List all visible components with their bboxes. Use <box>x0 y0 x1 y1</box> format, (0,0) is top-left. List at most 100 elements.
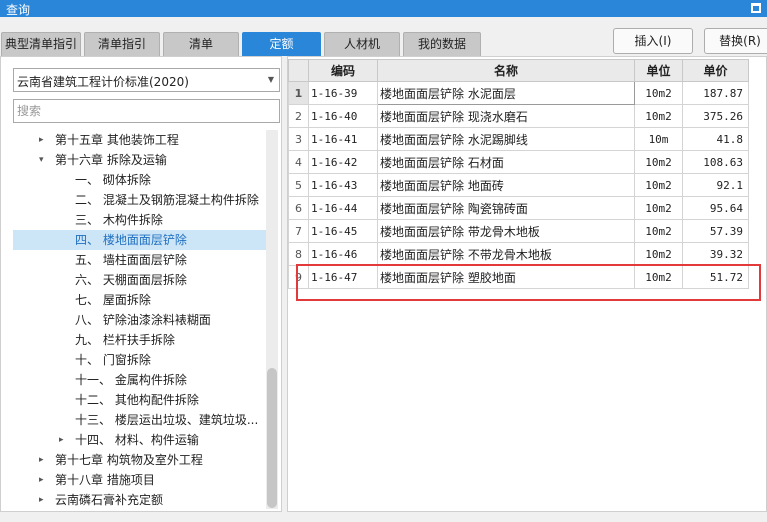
tree-item-wall-removal[interactable]: 五、 墙柱面面层铲除 <box>13 250 266 270</box>
tree-item-chapter-15[interactable]: ▸ 第十五章 其他装饰工程 <box>13 130 266 150</box>
library-select-value: 云南省建筑工程计价标准(2020) <box>17 75 189 89</box>
search-field[interactable] <box>13 99 280 123</box>
replace-button[interactable]: 替换(R) <box>704 28 767 54</box>
cell-unit[interactable]: 10m2 <box>634 81 683 105</box>
tree-item-concrete-demolition[interactable]: 二、 混凝土及钢筋混凝土构件拆除 <box>13 190 266 210</box>
table-row[interactable]: 2 1-16-40 楼地面面层铲除 现浇水磨石 10m2 375.26 <box>288 104 749 128</box>
tab-my-data[interactable]: 我的数据 <box>403 32 481 56</box>
row-number: 7 <box>288 219 309 243</box>
library-select[interactable]: 云南省建筑工程计价标准(2020) ▼ <box>13 68 280 92</box>
table-row[interactable]: 7 1-16-45 楼地面面层铲除 带龙骨木地板 10m2 57.39 <box>288 219 749 243</box>
tree-item-paint-removal[interactable]: 八、 铲除油漆涂料裱糊面 <box>13 310 266 330</box>
table-row[interactable]: 1 1-16-39 楼地面面层铲除 水泥面层 10m2 187.87 <box>288 81 749 105</box>
cell-price[interactable]: 187.87 <box>682 81 749 105</box>
expand-icon[interactable]: ▸ <box>39 470 44 490</box>
column-header-unit[interactable]: 单位 <box>634 59 683 82</box>
column-header-price[interactable]: 单价 <box>682 59 749 82</box>
tree-item-label: 云南磷石膏补充定额 <box>55 493 164 507</box>
cell-code[interactable]: 1-16-45 <box>308 219 378 243</box>
cell-unit[interactable]: 10m2 <box>634 242 683 266</box>
tree-item-floor-removal[interactable]: 四、 楼地面面层铲除 <box>13 230 266 250</box>
tree-item-ceiling-removal[interactable]: 六、 天棚面面层拆除 <box>13 270 266 290</box>
cell-name[interactable]: 楼地面面层铲除 塑胶地面 <box>377 265 635 289</box>
cell-unit[interactable]: 10m2 <box>634 104 683 128</box>
tree-item-roof-demolition[interactable]: 七、 屋面拆除 <box>13 290 266 310</box>
chevron-down-icon[interactable]: ▼ <box>268 75 274 84</box>
tab-bill-guide[interactable]: 清单指引 <box>84 32 160 56</box>
scrollbar-thumb[interactable] <box>267 368 277 508</box>
table-row[interactable]: 3 1-16-41 楼地面面层铲除 水泥踢脚线 10m 41.8 <box>288 127 749 151</box>
column-header-name[interactable]: 名称 <box>377 59 635 82</box>
table-row[interactable]: 6 1-16-44 楼地面面层铲除 陶瓷锦砖面 10m2 95.64 <box>288 196 749 220</box>
tab-bill[interactable]: 清单 <box>163 32 239 56</box>
cell-price[interactable]: 39.32 <box>682 242 749 266</box>
tab-typical-bill-guide[interactable]: 典型清单指引 <box>1 32 81 56</box>
cell-name[interactable]: 楼地面面层铲除 带龙骨木地板 <box>377 219 635 243</box>
cell-name[interactable]: 楼地面面层铲除 水泥踢脚线 <box>377 127 635 151</box>
expand-icon[interactable]: ▸ <box>39 130 44 150</box>
tree-item-label: 七、 屋面拆除 <box>75 293 151 307</box>
tree-item-other-components[interactable]: 十二、 其他构配件拆除 <box>13 390 266 410</box>
collapse-icon[interactable]: ▾ <box>39 150 44 170</box>
tree-item-material-transport[interactable]: ▸ 十四、 材料、构件运输 <box>13 430 266 450</box>
tree-scrollbar[interactable] <box>266 130 278 509</box>
cell-code[interactable]: 1-16-42 <box>308 150 378 174</box>
cell-name[interactable]: 楼地面面层铲除 现浇水磨石 <box>377 104 635 128</box>
table-row[interactable]: 9 1-16-47 楼地面面层铲除 塑胶地面 10m2 51.72 <box>288 265 749 289</box>
tree-item-wood-demolition[interactable]: 三、 木构件拆除 <box>13 210 266 230</box>
cell-code[interactable]: 1-16-46 <box>308 242 378 266</box>
tree-item-metal-demolition[interactable]: 十一、 金属构件拆除 <box>13 370 266 390</box>
tree-item-chapter-16[interactable]: ▾ 第十六章 拆除及运输 <box>13 150 266 170</box>
cell-unit[interactable]: 10m2 <box>634 196 683 220</box>
cell-unit[interactable]: 10m2 <box>634 150 683 174</box>
cell-name[interactable]: 楼地面面层铲除 水泥面层 <box>377 81 635 105</box>
cell-name[interactable]: 楼地面面层铲除 石材面 <box>377 150 635 174</box>
cell-code[interactable]: 1-16-47 <box>308 265 378 289</box>
tree-item-chapter-18[interactable]: ▸ 第十八章 措施项目 <box>13 470 266 490</box>
tree-item-railing-demolition[interactable]: 九、 栏杆扶手拆除 <box>13 330 266 350</box>
tree-item-waste-transport[interactable]: 十三、 楼层运出垃圾、建筑垃圾... <box>13 410 266 430</box>
table-row[interactable]: 8 1-16-46 楼地面面层铲除 不带龙骨木地板 10m2 39.32 <box>288 242 749 266</box>
table-row[interactable]: 4 1-16-42 楼地面面层铲除 石材面 10m2 108.63 <box>288 150 749 174</box>
cell-unit[interactable]: 10m2 <box>634 219 683 243</box>
row-number: 5 <box>288 173 309 197</box>
table-row[interactable]: 5 1-16-43 楼地面面层铲除 地面砖 10m2 92.1 <box>288 173 749 197</box>
cell-name[interactable]: 楼地面面层铲除 地面砖 <box>377 173 635 197</box>
row-number: 4 <box>288 150 309 174</box>
cell-code[interactable]: 1-16-40 <box>308 104 378 128</box>
title-bar: 查询 <box>0 0 767 17</box>
tree-item-label: 五、 墙柱面面层铲除 <box>75 253 187 267</box>
cell-name[interactable]: 楼地面面层铲除 陶瓷锦砖面 <box>377 196 635 220</box>
insert-button[interactable]: 插入(I) <box>613 28 693 54</box>
tree-item-door-window-demolition[interactable]: 十、 门窗拆除 <box>13 350 266 370</box>
search-input[interactable] <box>14 100 279 122</box>
cell-price[interactable]: 375.26 <box>682 104 749 128</box>
cell-price[interactable]: 92.1 <box>682 173 749 197</box>
expand-icon[interactable]: ▸ <box>59 430 64 450</box>
cell-code[interactable]: 1-16-43 <box>308 173 378 197</box>
maximize-icon[interactable] <box>751 3 761 13</box>
tree-item-phosphogypsum[interactable]: ▸ 云南磷石膏补充定额 <box>13 490 266 510</box>
expand-icon[interactable]: ▸ <box>39 450 44 470</box>
tab-quota[interactable]: 定额 <box>242 32 321 56</box>
cell-unit[interactable]: 10m2 <box>634 265 683 289</box>
expand-icon[interactable]: ▸ <box>39 490 44 510</box>
cell-code[interactable]: 1-16-44 <box>308 196 378 220</box>
tree-item-label: 四、 楼地面面层铲除 <box>75 233 187 247</box>
cell-unit[interactable]: 10m <box>634 127 683 151</box>
cell-unit[interactable]: 10m2 <box>634 173 683 197</box>
cell-price[interactable]: 95.64 <box>682 196 749 220</box>
tree-item-chapter-17[interactable]: ▸ 第十七章 构筑物及室外工程 <box>13 450 266 470</box>
tree-item-masonry-demolition[interactable]: 一、 砌体拆除 <box>13 170 266 190</box>
tree-item-label: 十四、 材料、构件运输 <box>75 433 199 447</box>
cell-name[interactable]: 楼地面面层铲除 不带龙骨木地板 <box>377 242 635 266</box>
tree-item-label: 第十六章 拆除及运输 <box>55 153 167 167</box>
cell-price[interactable]: 108.63 <box>682 150 749 174</box>
cell-price[interactable]: 51.72 <box>682 265 749 289</box>
column-header-code[interactable]: 编码 <box>308 59 378 82</box>
cell-code[interactable]: 1-16-41 <box>308 127 378 151</box>
cell-price[interactable]: 57.39 <box>682 219 749 243</box>
cell-code[interactable]: 1-16-39 <box>308 81 378 105</box>
cell-price[interactable]: 41.8 <box>682 127 749 151</box>
tab-labor-material-machine[interactable]: 人材机 <box>324 32 400 56</box>
